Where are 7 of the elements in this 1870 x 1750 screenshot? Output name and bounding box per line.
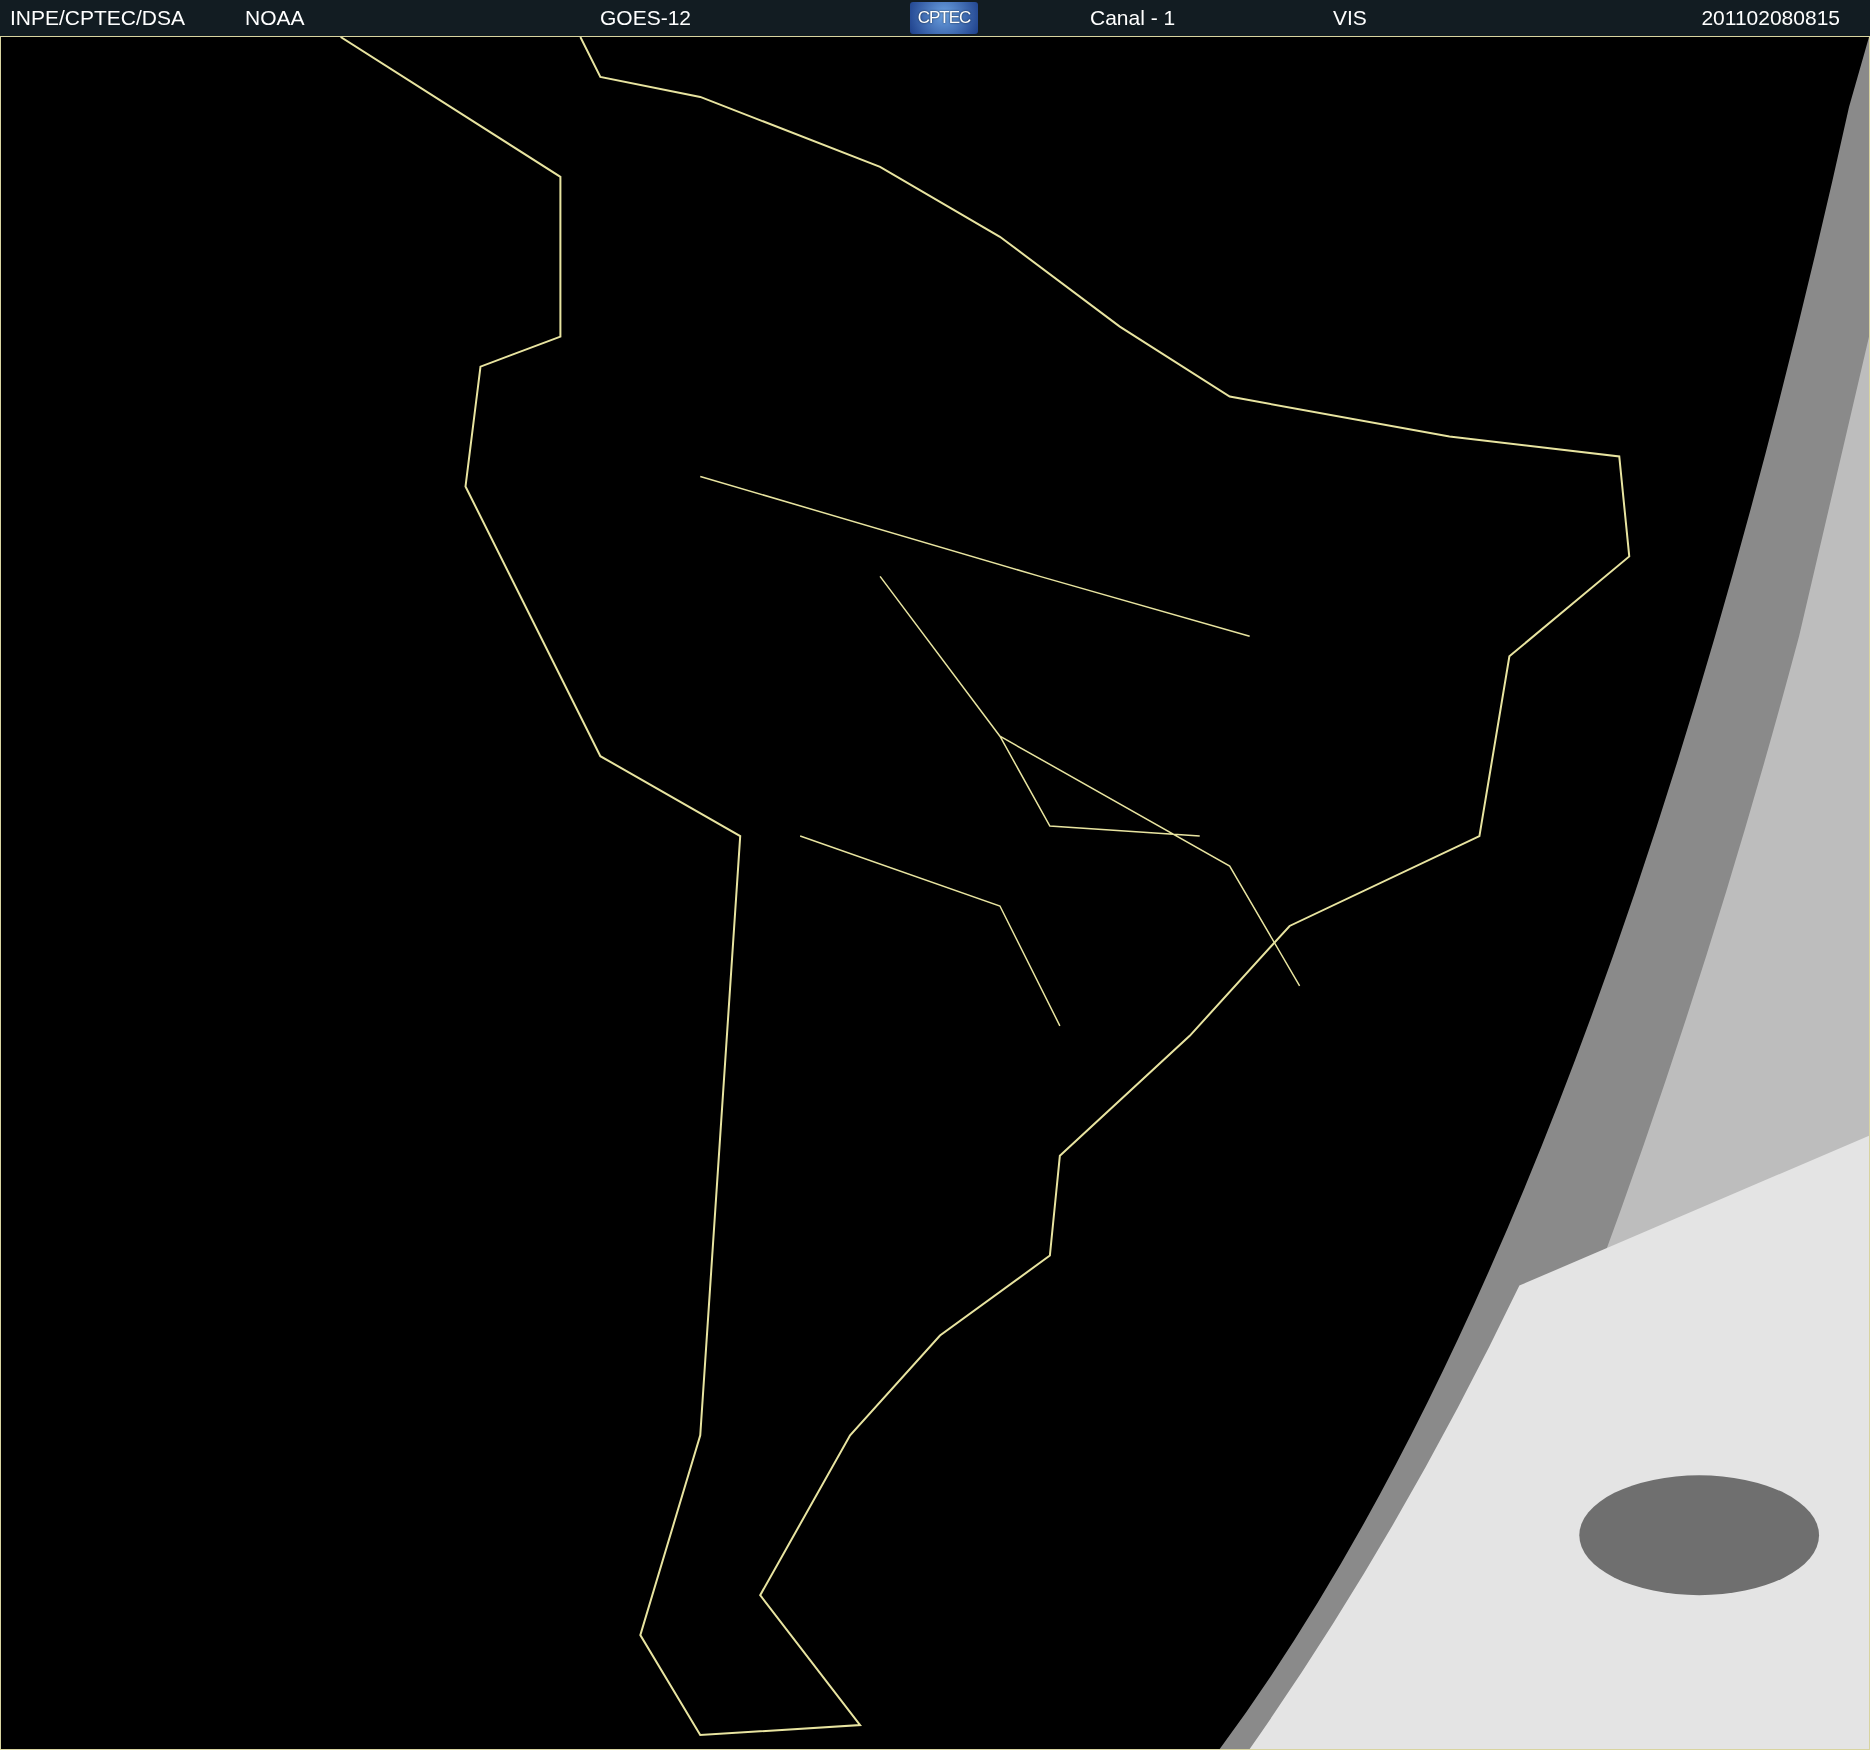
channel-label: Canal - 1 [1089,6,1176,30]
timestamp-label: 201102080815 [1700,6,1841,30]
agency-label: NOAA [244,6,305,30]
satellite-label: GOES-12 [599,6,692,30]
band-label: VIS [1332,6,1367,30]
source-label: INPE/CPTEC/DSA [9,6,186,30]
logo: CPTEC [910,2,978,34]
